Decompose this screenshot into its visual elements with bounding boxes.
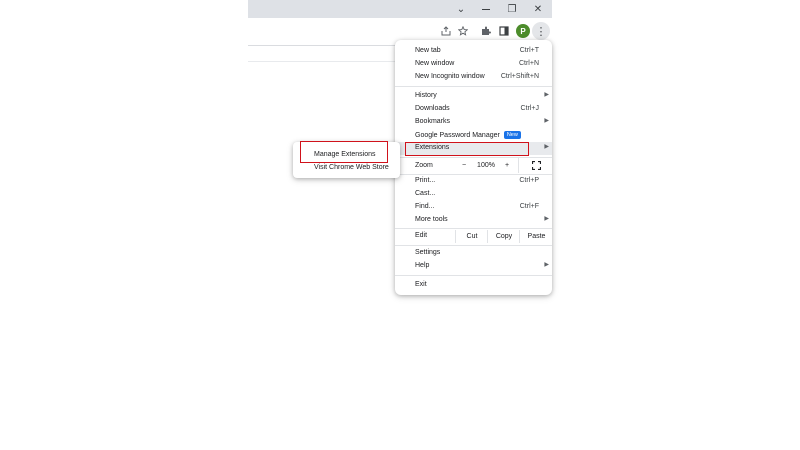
menu-item-label: Bookmarks (415, 118, 451, 125)
minimize-button[interactable] (474, 0, 498, 18)
menu-divider (395, 275, 552, 276)
puzzle-icon[interactable] (477, 22, 495, 40)
menu-item-label: Downloads (415, 105, 450, 112)
password-manager-label: Google Password Manager (415, 132, 500, 139)
zoom-out-button[interactable]: − (455, 158, 473, 173)
menu-item-label: New window (415, 60, 455, 67)
menu-item-label: New Incognito window (415, 73, 485, 80)
chevron-right-icon: ▶ (544, 118, 549, 124)
zoom-row: Zoom − 100% + (395, 158, 552, 173)
menu-item-new-tab[interactable]: New tab Ctrl+T (395, 45, 552, 57)
menu-item-cast[interactable]: Cast... (395, 188, 552, 200)
copy-button[interactable]: Copy (487, 230, 520, 243)
shortcut-text: Ctrl+T (519, 47, 539, 54)
shortcut-text: Ctrl+Shift+N (500, 73, 539, 80)
fullscreen-button[interactable] (518, 158, 553, 173)
menu-item-help[interactable]: Help ▶ (395, 260, 552, 272)
chevron-right-icon: ▶ (544, 92, 549, 98)
menu-item-label: Find... (415, 203, 435, 210)
menu-item-new-window[interactable]: New window Ctrl+N (395, 58, 552, 70)
zoom-level: 100% (477, 162, 495, 169)
chrome-menu-button[interactable]: ⋮ (532, 22, 550, 40)
menu-item-label: Google Password Manager New (415, 131, 521, 139)
menu-item-history[interactable]: History ▶ (395, 90, 552, 102)
zoom-label: Zoom (415, 162, 433, 169)
edit-row: Edit Cut Copy Paste (395, 230, 552, 243)
menu-item-label: Exit (415, 281, 427, 288)
menu-item-password-manager[interactable]: Google Password Manager New (395, 129, 552, 141)
new-badge: New (503, 131, 521, 139)
zoom-in-button[interactable]: + (499, 158, 515, 173)
title-bar: ⌄ ❐ ✕ (248, 0, 552, 18)
side-panel-icon[interactable] (495, 22, 513, 40)
menu-item-label: Print... (415, 177, 436, 184)
menu-item-exit[interactable]: Exit (395, 279, 552, 291)
chrome-main-menu: New tab Ctrl+T New window Ctrl+N New Inc… (395, 40, 552, 295)
chevron-right-icon: ▶ (544, 216, 549, 222)
chrome-web-store-label: Visit Chrome Web Store (314, 164, 389, 171)
star-icon[interactable] (454, 22, 472, 40)
menu-item-label: Help (415, 262, 430, 269)
share-icon[interactable] (437, 22, 455, 40)
menu-item-downloads[interactable]: Downloads Ctrl+J (395, 103, 552, 115)
manage-extensions-highlight-box (300, 141, 388, 163)
menu-item-settings[interactable]: Settings (395, 247, 552, 259)
tab-search-chevron-icon[interactable]: ⌄ (449, 0, 473, 18)
extensions-highlight-box (405, 142, 529, 156)
cut-button[interactable]: Cut (455, 230, 488, 243)
restore-button[interactable]: ❐ (500, 0, 524, 18)
menu-item-print[interactable]: Print... Ctrl+P (395, 175, 552, 187)
menu-item-find[interactable]: Find... Ctrl+F (395, 201, 552, 213)
menu-item-label: Cast... (415, 190, 436, 197)
menu-item-label: History (415, 92, 437, 99)
profile-avatar[interactable]: P (516, 24, 530, 38)
chevron-right-icon: ▶ (544, 144, 549, 150)
menu-item-more-tools[interactable]: More tools ▶ (395, 214, 552, 226)
shortcut-text: Ctrl+F (519, 203, 539, 210)
shortcut-text: Ctrl+N (518, 60, 539, 67)
menu-divider (395, 86, 552, 87)
menu-divider (395, 245, 552, 246)
shortcut-text: Ctrl+P (519, 177, 539, 184)
chevron-right-icon: ▶ (544, 262, 549, 268)
menu-item-new-incognito-window[interactable]: New Incognito window Ctrl+Shift+N (395, 71, 552, 83)
menu-item-label: Settings (415, 249, 441, 256)
shortcut-text: Ctrl+J (520, 105, 539, 112)
fullscreen-icon (531, 161, 541, 170)
edit-label: Edit (415, 232, 428, 239)
menu-item-bookmarks[interactable]: Bookmarks ▶ (395, 116, 552, 128)
menu-divider (395, 228, 552, 229)
paste-button[interactable]: Paste (519, 230, 553, 243)
menu-item-label: New tab (415, 47, 441, 54)
menu-item-label: More tools (415, 216, 448, 223)
close-window-button[interactable]: ✕ (526, 0, 550, 18)
visit-chrome-web-store-item[interactable]: Visit Chrome Web Store (293, 162, 400, 174)
minimize-icon (482, 8, 490, 10)
